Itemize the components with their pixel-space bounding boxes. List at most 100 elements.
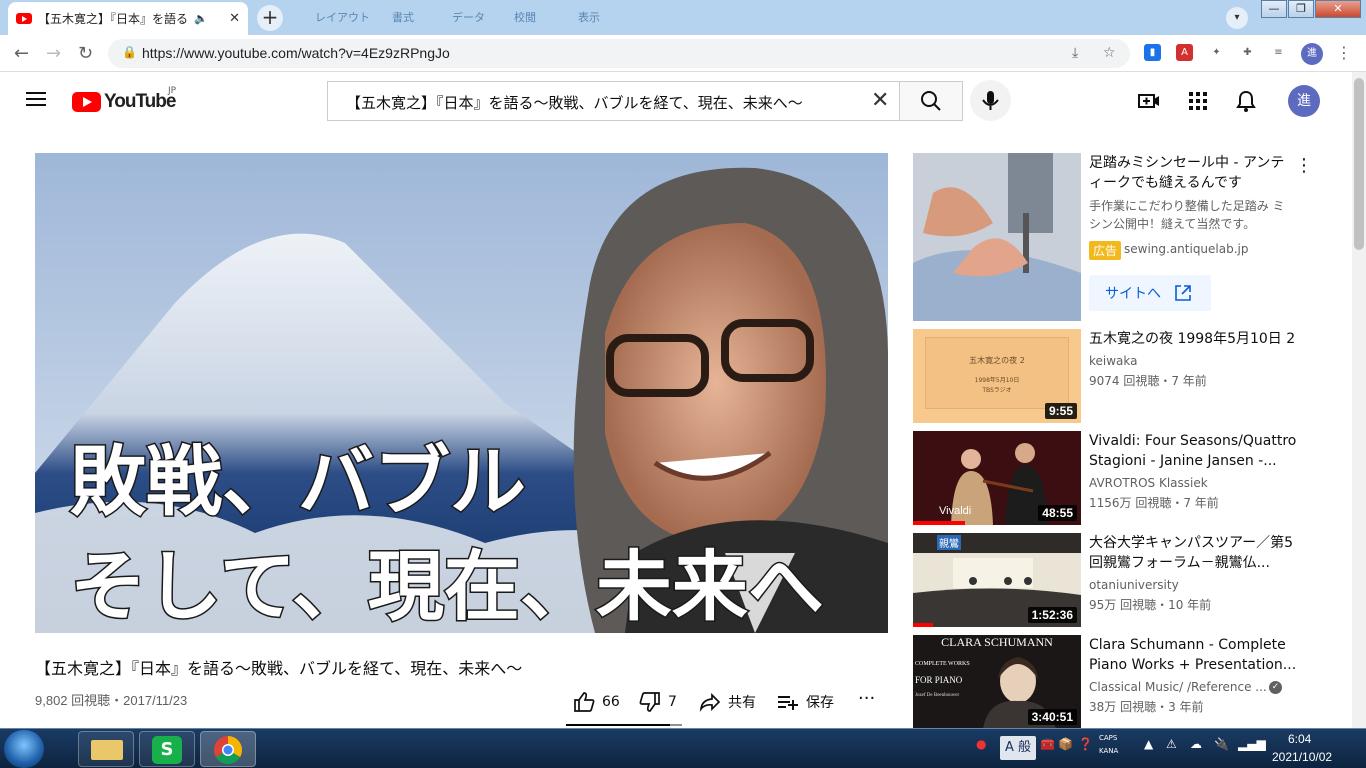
app-taskbar-button[interactable]: S — [139, 731, 195, 767]
browser-tab[interactable]: 【五木寛之】『日本』を語る〜敗戦 🔈 ✕ — [8, 2, 248, 35]
media-icon[interactable]: ≡ — [1270, 44, 1287, 61]
tab-title: 【五木寛之】『日本』を語る〜敗戦 — [38, 12, 188, 26]
video-thumbnail[interactable]: Vivaldi 48:55 — [913, 431, 1081, 525]
dislike-icon — [639, 692, 660, 712]
star-icon[interactable]: ☆ — [1103, 45, 1116, 61]
video-frame: 敗戦、バブル そして、現在、未来へ — [35, 153, 888, 633]
power-icon[interactable]: 🔌 — [1214, 737, 1229, 751]
recommended-title[interactable]: Vivaldi: Four Seasons/Quattro Stagioni -… — [1089, 431, 1299, 471]
video-thumbnail[interactable]: 五木寛之の夜 2 1998年5月10日 TBSラジオ 9:55 — [913, 329, 1081, 423]
ad-domain: sewing.antiquelab.jp — [1124, 242, 1249, 256]
bookmark-extension-icon[interactable]: ▮ — [1144, 44, 1161, 61]
youtube-logo-text: YouTube — [104, 91, 176, 112]
thumb-label: 親鸞 — [937, 535, 961, 550]
chrome-profile-avatar[interactable]: 進 — [1301, 43, 1323, 65]
dropbox-extension-icon[interactable]: ✦ — [1208, 44, 1225, 61]
ime-indicator[interactable]: A 般 — [1000, 736, 1036, 760]
maximize-button[interactable]: ❐ — [1288, 0, 1314, 18]
channel-name[interactable]: keiwaka — [1089, 354, 1138, 368]
clock-date[interactable]: 2021/10/02 — [1272, 750, 1332, 764]
sewing-machine-image — [913, 153, 1081, 321]
help-icon[interactable]: ❓ — [1078, 737, 1093, 751]
chrome-menu-icon[interactable]: ⋮ — [1336, 43, 1352, 62]
channel-name[interactable]: Classical Music/ /Reference ... — [1089, 680, 1267, 694]
youtube-favicon-icon — [16, 13, 32, 24]
recommended-video[interactable]: 親鸞 1:52:36 大谷大学キャンパスツアー／第5回親鸞フォーラム－親鸞仏..… — [913, 533, 1343, 627]
start-button[interactable] — [4, 730, 44, 768]
search-input[interactable]: 【五木寛之】『日本』を語る〜敗戦、バブルを経て、現在、未来へ〜 ✕ — [327, 81, 900, 121]
channel-name[interactable]: otaniuniversity — [1089, 578, 1179, 592]
share-button[interactable]: 共有 — [698, 690, 756, 714]
kana-indicator: KANA — [1099, 747, 1119, 755]
network-alert-icon[interactable]: ⚠ — [1166, 737, 1177, 751]
url-text[interactable]: https://www.youtube.com/watch?v=4Ez9zRPn… — [142, 45, 450, 61]
mic-icon — [982, 91, 999, 110]
search-button[interactable] — [899, 81, 963, 121]
youtube-logo-icon — [72, 92, 101, 112]
apps-icon[interactable] — [1186, 89, 1210, 113]
video-title: 【五木寛之】『日本』を語る〜敗戦、バブルを経て、現在、未来へ〜 — [35, 659, 523, 678]
notification-icon[interactable]: ● — [976, 737, 986, 751]
ime-dict-icon[interactable]: 📦 — [1058, 737, 1073, 751]
menu-icon[interactable] — [26, 92, 46, 106]
bell-icon[interactable] — [1234, 89, 1258, 113]
youtube-logo[interactable]: YouTube — [72, 91, 176, 113]
ad-more-icon[interactable]: ⋮ — [1295, 155, 1313, 176]
recommended-video[interactable]: CLARA SCHUMANN COMPLETE WORKS FOR PIANO … — [913, 635, 1343, 728]
view-info: 38万 回視聴・3 年前 — [1089, 700, 1204, 714]
recommended-title[interactable]: 大谷大学キャンパスツアー／第5回親鸞フォーラム－親鸞仏... — [1089, 533, 1299, 573]
create-icon[interactable] — [1137, 89, 1161, 113]
speaker-icon[interactable]: 🔈 — [194, 12, 208, 25]
chrome-taskbar-button[interactable] — [200, 731, 256, 767]
search-input-value[interactable]: 【五木寛之】『日本』を語る〜敗戦、バブルを経て、現在、未来へ〜 — [346, 92, 803, 113]
video-thumbnail[interactable]: 親鸞 1:52:36 — [913, 533, 1081, 627]
clear-search-icon[interactable]: ✕ — [871, 88, 889, 113]
recommended-video[interactable]: 五木寛之の夜 2 1998年5月10日 TBSラジオ 9:55 五木寛之の夜 1… — [913, 329, 1343, 423]
recommended-title[interactable]: 五木寛之の夜 1998年5月10日 2 — [1089, 329, 1299, 349]
user-avatar[interactable]: 進 — [1288, 85, 1320, 117]
cloud-icon[interactable]: ☁ — [1190, 737, 1202, 751]
clock-time[interactable]: 6:04 — [1288, 732, 1311, 746]
minimize-button[interactable]: — — [1261, 0, 1287, 18]
ghost-tab-label: 表示 — [578, 11, 600, 24]
ime-tool-icon[interactable]: 🧰 — [1040, 737, 1055, 751]
forward-icon[interactable]: → — [46, 43, 61, 64]
ghost-tab-label: データ — [452, 11, 485, 24]
lock-icon[interactable]: 🔒 — [122, 45, 137, 59]
dislike-button[interactable]: 7 — [638, 690, 677, 714]
ghost-tab-label: 書式 — [392, 11, 414, 24]
extensions-icon[interactable]: ✚ — [1239, 44, 1256, 61]
explorer-taskbar-button[interactable] — [78, 731, 134, 767]
show-hidden-icons-icon[interactable]: ▲ — [1144, 737, 1153, 751]
thumb-title: CLARA SCHUMANN — [941, 635, 1053, 649]
omnibox[interactable]: 🔒 https://www.youtube.com/watch?v=4Ez9zR… — [108, 39, 1130, 68]
like-icon — [574, 692, 595, 712]
back-icon[interactable]: ← — [14, 43, 29, 64]
install-icon[interactable]: ⤓ — [1072, 45, 1078, 61]
chrome-icon — [214, 736, 242, 764]
new-tab-button[interactable]: + — [257, 5, 283, 31]
video-thumbnail[interactable]: CLARA SCHUMANN COMPLETE WORKS FOR PIANO … — [913, 635, 1081, 728]
tab-search-button[interactable]: ▾ — [1226, 7, 1248, 29]
pdf-extension-icon[interactable]: A — [1176, 44, 1193, 61]
ad-thumbnail[interactable] — [913, 153, 1081, 321]
video-player[interactable]: 敗戦、バブル そして、現在、未来へ — [35, 153, 888, 633]
more-actions-button[interactable]: ··· — [858, 688, 875, 709]
ad-title[interactable]: 足踏みミシンセール中 - アンティークでも縫えるんです — [1089, 153, 1289, 193]
visit-site-button[interactable]: サイトへ — [1089, 275, 1211, 311]
like-button[interactable]: 66 — [572, 690, 620, 714]
ad-card[interactable]: 足踏みミシンセール中 - アンティークでも縫えるんです 手作業にこだわり整備した… — [913, 153, 1343, 321]
tab-close-icon[interactable]: ✕ — [229, 11, 240, 26]
signal-icon[interactable]: ▂▄▆ — [1238, 737, 1266, 751]
voice-search-button[interactable] — [970, 80, 1011, 121]
window-close-button[interactable]: ✕ — [1315, 0, 1361, 18]
channel-name[interactable]: AVROTROS Klassiek — [1089, 476, 1208, 490]
scrollbar-thumb[interactable] — [1354, 78, 1364, 250]
recommended-title[interactable]: Clara Schumann - Complete Piano Works + … — [1089, 635, 1299, 675]
reload-icon[interactable]: ↻ — [78, 43, 93, 64]
thumb-sub: TBSラジオ — [982, 387, 1012, 394]
search-icon — [921, 91, 941, 111]
recommended-video[interactable]: Vivaldi 48:55 Vivaldi: Four Seasons/Quat… — [913, 431, 1343, 525]
page-scrollbar[interactable] — [1352, 72, 1366, 728]
save-button[interactable]: 保存 — [776, 690, 834, 714]
